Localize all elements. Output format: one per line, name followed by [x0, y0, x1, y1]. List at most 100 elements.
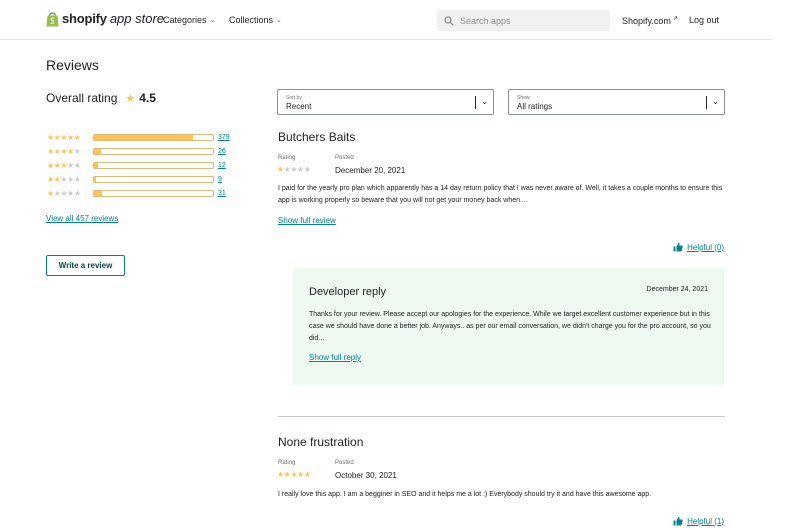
rating-distribution: ★★★★★ 379 ★★★★★ 26 ★★★★★ 12 ★★★★★ 9 ★★★★★ 31	[47, 130, 237, 200]
star-empty-icon: ★	[60, 188, 68, 198]
distribution-count-link[interactable]: 379	[218, 134, 230, 141]
shopify-com-link[interactable]: Shopify.com ↗	[622, 15, 678, 26]
distribution-bar	[93, 175, 214, 183]
rating-distribution-row: ★★★★★ 31	[47, 186, 237, 200]
star-empty-icon: ★	[67, 174, 74, 184]
chevron-down-icon: ⌄	[481, 97, 488, 106]
nav-collections-label: Collections	[229, 15, 274, 25]
show-label: Show	[517, 95, 530, 101]
overall-rating-value: 4.5	[139, 91, 156, 105]
star-empty-icon: ★	[303, 165, 311, 174]
star-filled-icon: ★	[47, 146, 54, 156]
distribution-stars: ★★★★★	[47, 133, 91, 142]
star-filled-icon: ★	[47, 132, 54, 142]
helpful-count: Helpful (0)	[687, 242, 724, 252]
top-header: shopify app store Categories ⌄ Collection…	[0, 0, 772, 40]
star-filled-icon: ★	[47, 174, 54, 184]
star-filled-icon: ★	[60, 132, 68, 142]
rating-distribution-row: ★★★★★ 379	[47, 130, 237, 144]
sort-by-select[interactable]: Sort by Recent ⌄	[277, 89, 494, 115]
distribution-bar	[93, 147, 214, 155]
view-all-reviews-link[interactable]: View all 457 reviews	[46, 214, 118, 223]
distribution-bar-fill	[94, 190, 103, 196]
search-input[interactable]	[460, 15, 600, 26]
shopify-app-store-logo[interactable]: shopify app store	[46, 11, 164, 27]
review-text: I really love this app. I am a begginer …	[278, 491, 652, 498]
distribution-stars: ★★★★★	[47, 161, 91, 170]
rating-distribution-row: ★★★★★ 12	[47, 158, 237, 172]
shopify-com-label: Shopify.com	[622, 16, 671, 26]
star-filled-icon: ★	[297, 470, 304, 479]
nav-categories-label: Categories	[163, 15, 207, 25]
distribution-bar-fill	[94, 176, 97, 182]
logo-sub-text: app store	[109, 11, 165, 26]
page-title: Reviews	[46, 57, 99, 73]
star-empty-icon: ★	[73, 160, 81, 170]
star-empty-icon: ★	[67, 160, 74, 170]
reviewer-name: Butchers Baits	[278, 130, 356, 144]
distribution-bar	[93, 189, 214, 197]
nav-collections[interactable]: Collections ⌄	[229, 15, 282, 25]
distribution-bar-fill	[94, 134, 193, 140]
select-divider	[475, 96, 476, 109]
helpful-button[interactable]: Helpful (1)	[673, 516, 724, 526]
distribution-count-link[interactable]: 9	[218, 176, 222, 183]
star-empty-icon: ★	[297, 165, 304, 174]
chevron-down-icon: ⌄	[209, 17, 216, 24]
reviewer-name: None frustration	[278, 435, 364, 449]
distribution-stars: ★★★★★	[47, 175, 91, 184]
show-value: All ratings	[517, 102, 553, 111]
star-filled-icon: ★	[47, 188, 54, 198]
star-icon: ★	[125, 92, 136, 105]
posted-label: Posted	[335, 155, 354, 161]
star-filled-icon: ★	[290, 470, 298, 479]
show-full-reply-link[interactable]: Show full reply	[309, 353, 361, 362]
star-filled-icon: ★	[67, 146, 74, 156]
review-star-rating: ★★★★★	[277, 470, 311, 479]
review-text: I paid for the yearly pro plan which app…	[278, 185, 723, 204]
chevron-down-icon: ⌄	[712, 97, 719, 106]
star-empty-icon: ★	[73, 146, 81, 156]
star-filled-icon: ★	[47, 160, 54, 170]
helpful-button[interactable]: Helpful (0)	[673, 242, 724, 252]
star-empty-icon: ★	[60, 174, 68, 184]
distribution-count-link[interactable]: 12	[218, 162, 226, 169]
posted-label: Posted	[335, 460, 354, 466]
star-empty-icon: ★	[67, 188, 74, 198]
nav-categories[interactable]: Categories ⌄	[163, 15, 215, 25]
distribution-count-link[interactable]: 31	[218, 190, 226, 197]
select-divider	[706, 96, 707, 109]
search-box[interactable]	[437, 10, 610, 31]
review-star-rating: ★★★★★	[277, 165, 311, 174]
thumbs-up-icon	[673, 516, 683, 526]
rating-label: Rating	[278, 155, 296, 161]
developer-reply-title: Developer reply	[309, 286, 387, 298]
sort-by-value: Recent	[286, 102, 312, 111]
helpful-count: Helpful (1)	[687, 516, 724, 526]
star-empty-icon: ★	[73, 188, 81, 198]
write-review-button[interactable]: Write a review	[46, 255, 125, 276]
show-ratings-select[interactable]: Show All ratings ⌄	[508, 89, 725, 115]
star-filled-icon: ★	[277, 470, 284, 479]
distribution-count-link[interactable]: 26	[218, 148, 226, 155]
overall-rating: Overall rating ★ 4.5	[46, 91, 156, 105]
thumbs-up-icon	[673, 242, 683, 252]
developer-reply-date: December 24, 2021	[646, 286, 708, 293]
shopify-bag-icon	[46, 12, 59, 27]
logo-brand-text: shopify	[62, 11, 107, 26]
distribution-bar	[93, 161, 214, 169]
rating-distribution-row: ★★★★★ 26	[47, 144, 237, 158]
distribution-bar-fill	[94, 162, 98, 168]
show-full-review-link[interactable]: Show full review	[278, 216, 336, 225]
developer-reply: Developer reply December 24, 2021 Thanks…	[293, 268, 724, 385]
sort-by-label: Sort by	[286, 95, 302, 101]
rating-distribution-row: ★★★★★ 9	[47, 172, 237, 186]
overall-rating-label: Overall rating	[46, 91, 118, 105]
rating-label: Rating	[278, 460, 296, 466]
star-empty-icon: ★	[73, 174, 81, 184]
star-filled-icon: ★	[60, 146, 68, 156]
star-filled-icon: ★	[277, 165, 284, 174]
logout-link[interactable]: Log out	[689, 15, 719, 25]
star-filled-icon: ★	[67, 132, 74, 142]
review-date: December 20, 2021	[335, 166, 406, 175]
